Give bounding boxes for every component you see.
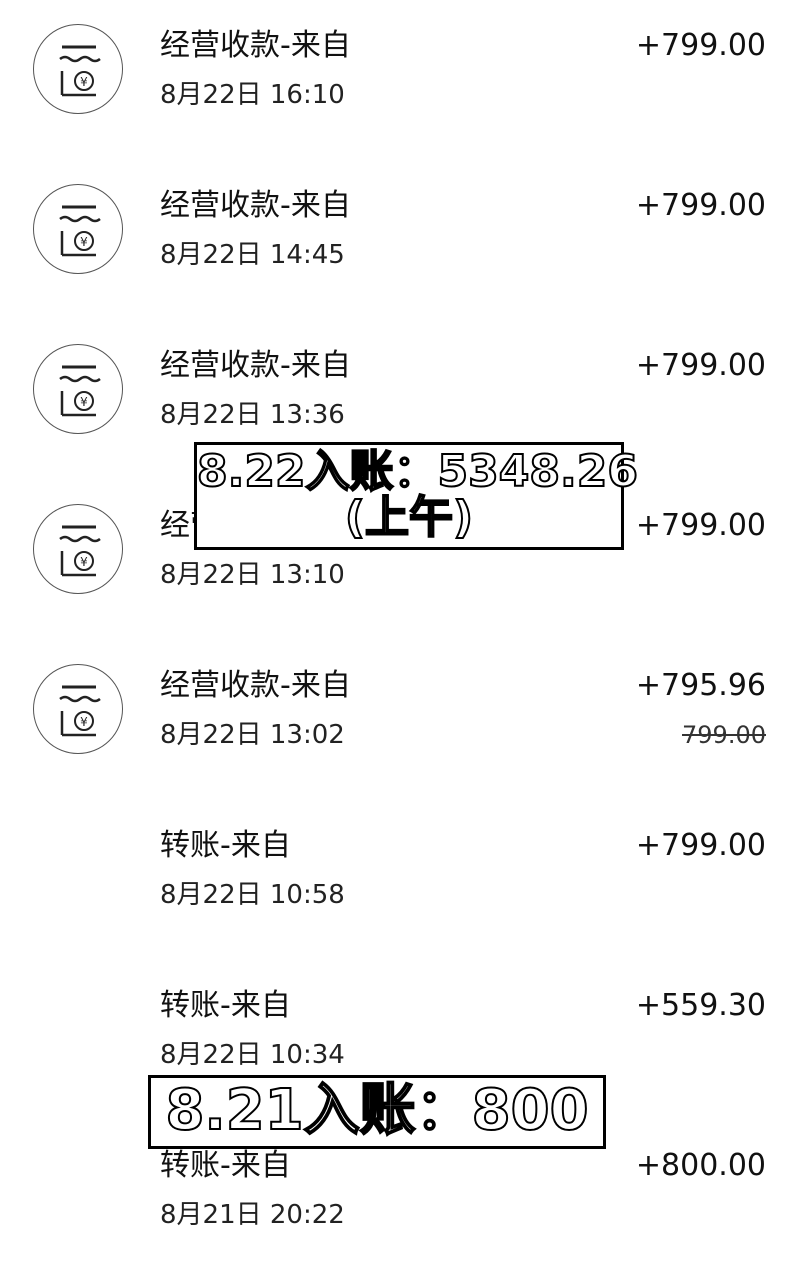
svg-text:¥: ¥ (80, 235, 88, 249)
transaction-row[interactable]: ¥ 经营收款-来自 8月22日 14:45 +799.00 (0, 160, 799, 320)
svg-text:¥: ¥ (80, 555, 88, 569)
transaction-amount: +799.00 (635, 28, 766, 63)
merchant-payment-icon: ¥ (33, 24, 123, 114)
original-amount-strikethrough: 799.00 (682, 721, 766, 749)
transaction-amount: +799.00 (635, 828, 766, 863)
transaction-amount: +559.30 (635, 988, 766, 1023)
svg-text:¥: ¥ (80, 715, 88, 729)
svg-text:¥: ¥ (80, 395, 88, 409)
transaction-row[interactable]: ¥ 经营收款-来自 8月22日 13:02 +795.96 799.00 (0, 640, 799, 800)
transaction-title: 经营收款-来自 (160, 28, 351, 63)
transaction-row[interactable]: 转账-来自 8月22日 10:58 +799.00 (0, 800, 799, 960)
income-summary-caption-0822: 8.22入账：5348.26 (上午) (194, 442, 639, 550)
transaction-amount: +800.00 (635, 1148, 766, 1183)
transaction-title: 转账-来自 (160, 828, 291, 863)
transaction-amount: +799.00 (635, 188, 766, 223)
merchant-payment-icon: ¥ (33, 344, 123, 434)
merchant-payment-icon: ¥ (33, 504, 123, 594)
transaction-time: 8月22日 16:10 (160, 80, 345, 110)
transaction-time: 8月22日 10:58 (160, 880, 345, 910)
transaction-title: 经营收款-来自 (160, 188, 351, 223)
transaction-time: 8月22日 10:34 (160, 1040, 345, 1070)
transaction-row[interactable]: ¥ 经营收款-来自 8月22日 16:10 +799.00 (0, 0, 799, 160)
transaction-title: 转账-来自 (160, 1148, 291, 1183)
transaction-time: 8月22日 13:10 (160, 560, 345, 590)
transaction-title: 经营收款-来自 (160, 348, 351, 383)
transaction-amount: +795.96 (635, 668, 766, 703)
merchant-payment-icon: ¥ (33, 184, 123, 274)
transaction-amount: +799.00 (635, 348, 766, 383)
caption-line-1: 8.22入账：5348.26 (196, 446, 639, 497)
transaction-amount: +799.00 (635, 508, 766, 543)
income-summary-caption-0821: 8.21入账：800 (148, 1075, 606, 1149)
transaction-title: 转账-来自 (160, 988, 291, 1023)
merchant-payment-icon: ¥ (33, 664, 123, 754)
svg-text:¥: ¥ (80, 75, 88, 89)
transaction-time: 8月22日 13:36 (160, 400, 345, 430)
caption-line-2: (上午) (344, 492, 474, 544)
caption-text: 8.21入账：800 (164, 1078, 589, 1143)
transaction-time: 8月21日 20:22 (160, 1200, 345, 1230)
transaction-title: 经营收款-来自 (160, 668, 351, 703)
transaction-time: 8月22日 13:02 (160, 720, 345, 750)
transaction-time: 8月22日 14:45 (160, 240, 345, 270)
